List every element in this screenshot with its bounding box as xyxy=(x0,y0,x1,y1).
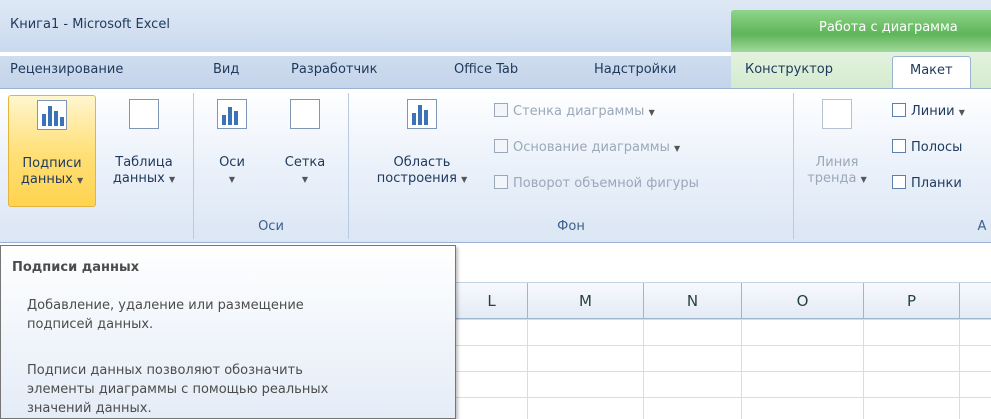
column-header-p[interactable]: P xyxy=(864,283,960,319)
dropdown-arrow-icon: ▼ xyxy=(674,144,681,153)
data-table-label: Таблица xyxy=(115,155,173,170)
tab-layout[interactable]: Макет xyxy=(892,56,971,90)
dropdown-arrow-icon: ▼ xyxy=(958,108,965,117)
column-header-n[interactable]: N xyxy=(644,283,742,319)
tab-developer[interactable]: Разработчик xyxy=(291,62,377,77)
chart-wall-icon xyxy=(494,103,508,117)
tab-addins[interactable]: Надстройки xyxy=(594,62,676,77)
tooltip-line: значений данных. xyxy=(27,401,152,416)
gridlines-label: Сетка xyxy=(284,155,326,170)
data-table-button[interactable]: Таблица данных ▼ xyxy=(102,95,186,188)
grid-line xyxy=(959,319,960,419)
plot-area-label-2: построения xyxy=(376,171,457,186)
tab-view[interactable]: Вид xyxy=(213,62,239,77)
chart-wall-button[interactable]: Стенка диаграммы ▼ xyxy=(494,103,655,119)
ribbon: Подписи данных ▼ Таблица данных ▼ Оси ▼ … xyxy=(0,88,991,243)
analysis-group-label: А xyxy=(977,219,987,234)
data-table-label-2: данных xyxy=(112,171,165,186)
data-table-icon xyxy=(129,99,159,129)
tooltip-line: элементы диаграммы с помощью реальных xyxy=(27,382,329,397)
plot-area-icon xyxy=(407,99,437,129)
grid-line xyxy=(741,319,742,419)
error-bars-icon xyxy=(892,175,906,189)
group-separator xyxy=(793,93,794,239)
tooltip-line: Добавление, удаление или размещение xyxy=(27,298,304,313)
chart-wall-label: Стенка диаграммы xyxy=(513,104,645,119)
dropdown-arrow-icon: ▼ xyxy=(860,175,867,184)
tooltip-title: Подписи данных xyxy=(12,260,140,275)
data-labels-icon xyxy=(37,100,67,130)
background-group-label: Фон xyxy=(557,219,585,234)
axes-label: Оси xyxy=(219,155,245,170)
chart-floor-label: Основание диаграммы xyxy=(513,140,670,155)
grid-line xyxy=(863,319,864,419)
chart-tools-header: Работа с диаграмма xyxy=(731,10,991,54)
dropdown-arrow-icon: ▼ xyxy=(301,175,309,184)
trendline-icon xyxy=(822,99,852,129)
axes-group-label: Оси xyxy=(258,219,284,234)
lines-button[interactable]: Линии ▼ xyxy=(892,103,965,119)
tab-review[interactable]: Рецензирование xyxy=(10,62,123,77)
trendline-label-2: тренда xyxy=(807,171,857,186)
chart-tools-label: Работа с диаграмма xyxy=(819,20,958,35)
axes-icon xyxy=(217,99,247,129)
tooltip-line: подписей данных. xyxy=(27,317,154,332)
gridlines-icon xyxy=(290,99,320,129)
updown-bars-label: Полосы xyxy=(911,140,963,155)
tooltip-line: Подписи данных позволяют обозначить xyxy=(27,363,303,378)
data-labels-label-2: данных xyxy=(20,172,73,187)
column-header-o[interactable]: O xyxy=(742,283,864,319)
grid-line xyxy=(643,319,644,419)
tooltip-paragraph-2: Подписи данных позволяют обозначить элем… xyxy=(27,361,437,418)
trendline-label: Линия xyxy=(815,155,859,170)
tab-design[interactable]: Конструктор xyxy=(745,62,833,77)
updown-bars-button[interactable]: Полосы xyxy=(892,139,962,155)
rotation-3d-label: Поворот объемной фигуры xyxy=(513,176,699,191)
dropdown-arrow-icon: ▼ xyxy=(168,175,176,184)
data-labels-tooltip: Подписи данных Добавление, удаление или … xyxy=(0,245,456,419)
dropdown-arrow-icon: ▼ xyxy=(76,176,84,185)
gridlines-button[interactable]: Сетка ▼ xyxy=(268,95,342,188)
column-header-m[interactable]: M xyxy=(528,283,644,319)
error-bars-label: Планки xyxy=(911,176,962,191)
window-title: Книга1 - Microsoft Excel xyxy=(10,17,170,32)
chart-floor-button[interactable]: Основание диаграммы ▼ xyxy=(494,139,680,155)
lines-label: Линии xyxy=(911,104,955,119)
chart-floor-icon xyxy=(494,139,508,153)
trendline-button[interactable]: Линия тренда ▼ xyxy=(801,95,873,188)
rotation-3d-icon xyxy=(494,175,508,189)
data-labels-label: Подписи xyxy=(22,156,82,171)
dropdown-arrow-icon: ▼ xyxy=(461,175,468,184)
error-bars-button[interactable]: Планки xyxy=(892,175,962,191)
dropdown-arrow-icon: ▼ xyxy=(228,175,236,184)
dropdown-arrow-icon: ▼ xyxy=(648,108,655,117)
group-separator xyxy=(193,93,194,239)
axes-button[interactable]: Оси ▼ xyxy=(202,95,262,188)
grid-line xyxy=(527,319,528,419)
tooltip-paragraph-1: Добавление, удаление или размещение подп… xyxy=(27,296,437,334)
updown-bars-icon xyxy=(892,139,906,153)
data-labels-button[interactable]: Подписи данных ▼ xyxy=(8,95,96,207)
group-separator xyxy=(348,93,349,239)
plot-area-button[interactable]: Область построения ▼ xyxy=(358,95,486,188)
plot-area-label: Область xyxy=(393,155,451,170)
column-header-l[interactable]: L xyxy=(456,283,528,319)
lines-icon xyxy=(892,103,906,117)
rotation-3d-button[interactable]: Поворот объемной фигуры xyxy=(494,175,699,191)
tab-office-tab[interactable]: Office Tab xyxy=(454,62,518,77)
